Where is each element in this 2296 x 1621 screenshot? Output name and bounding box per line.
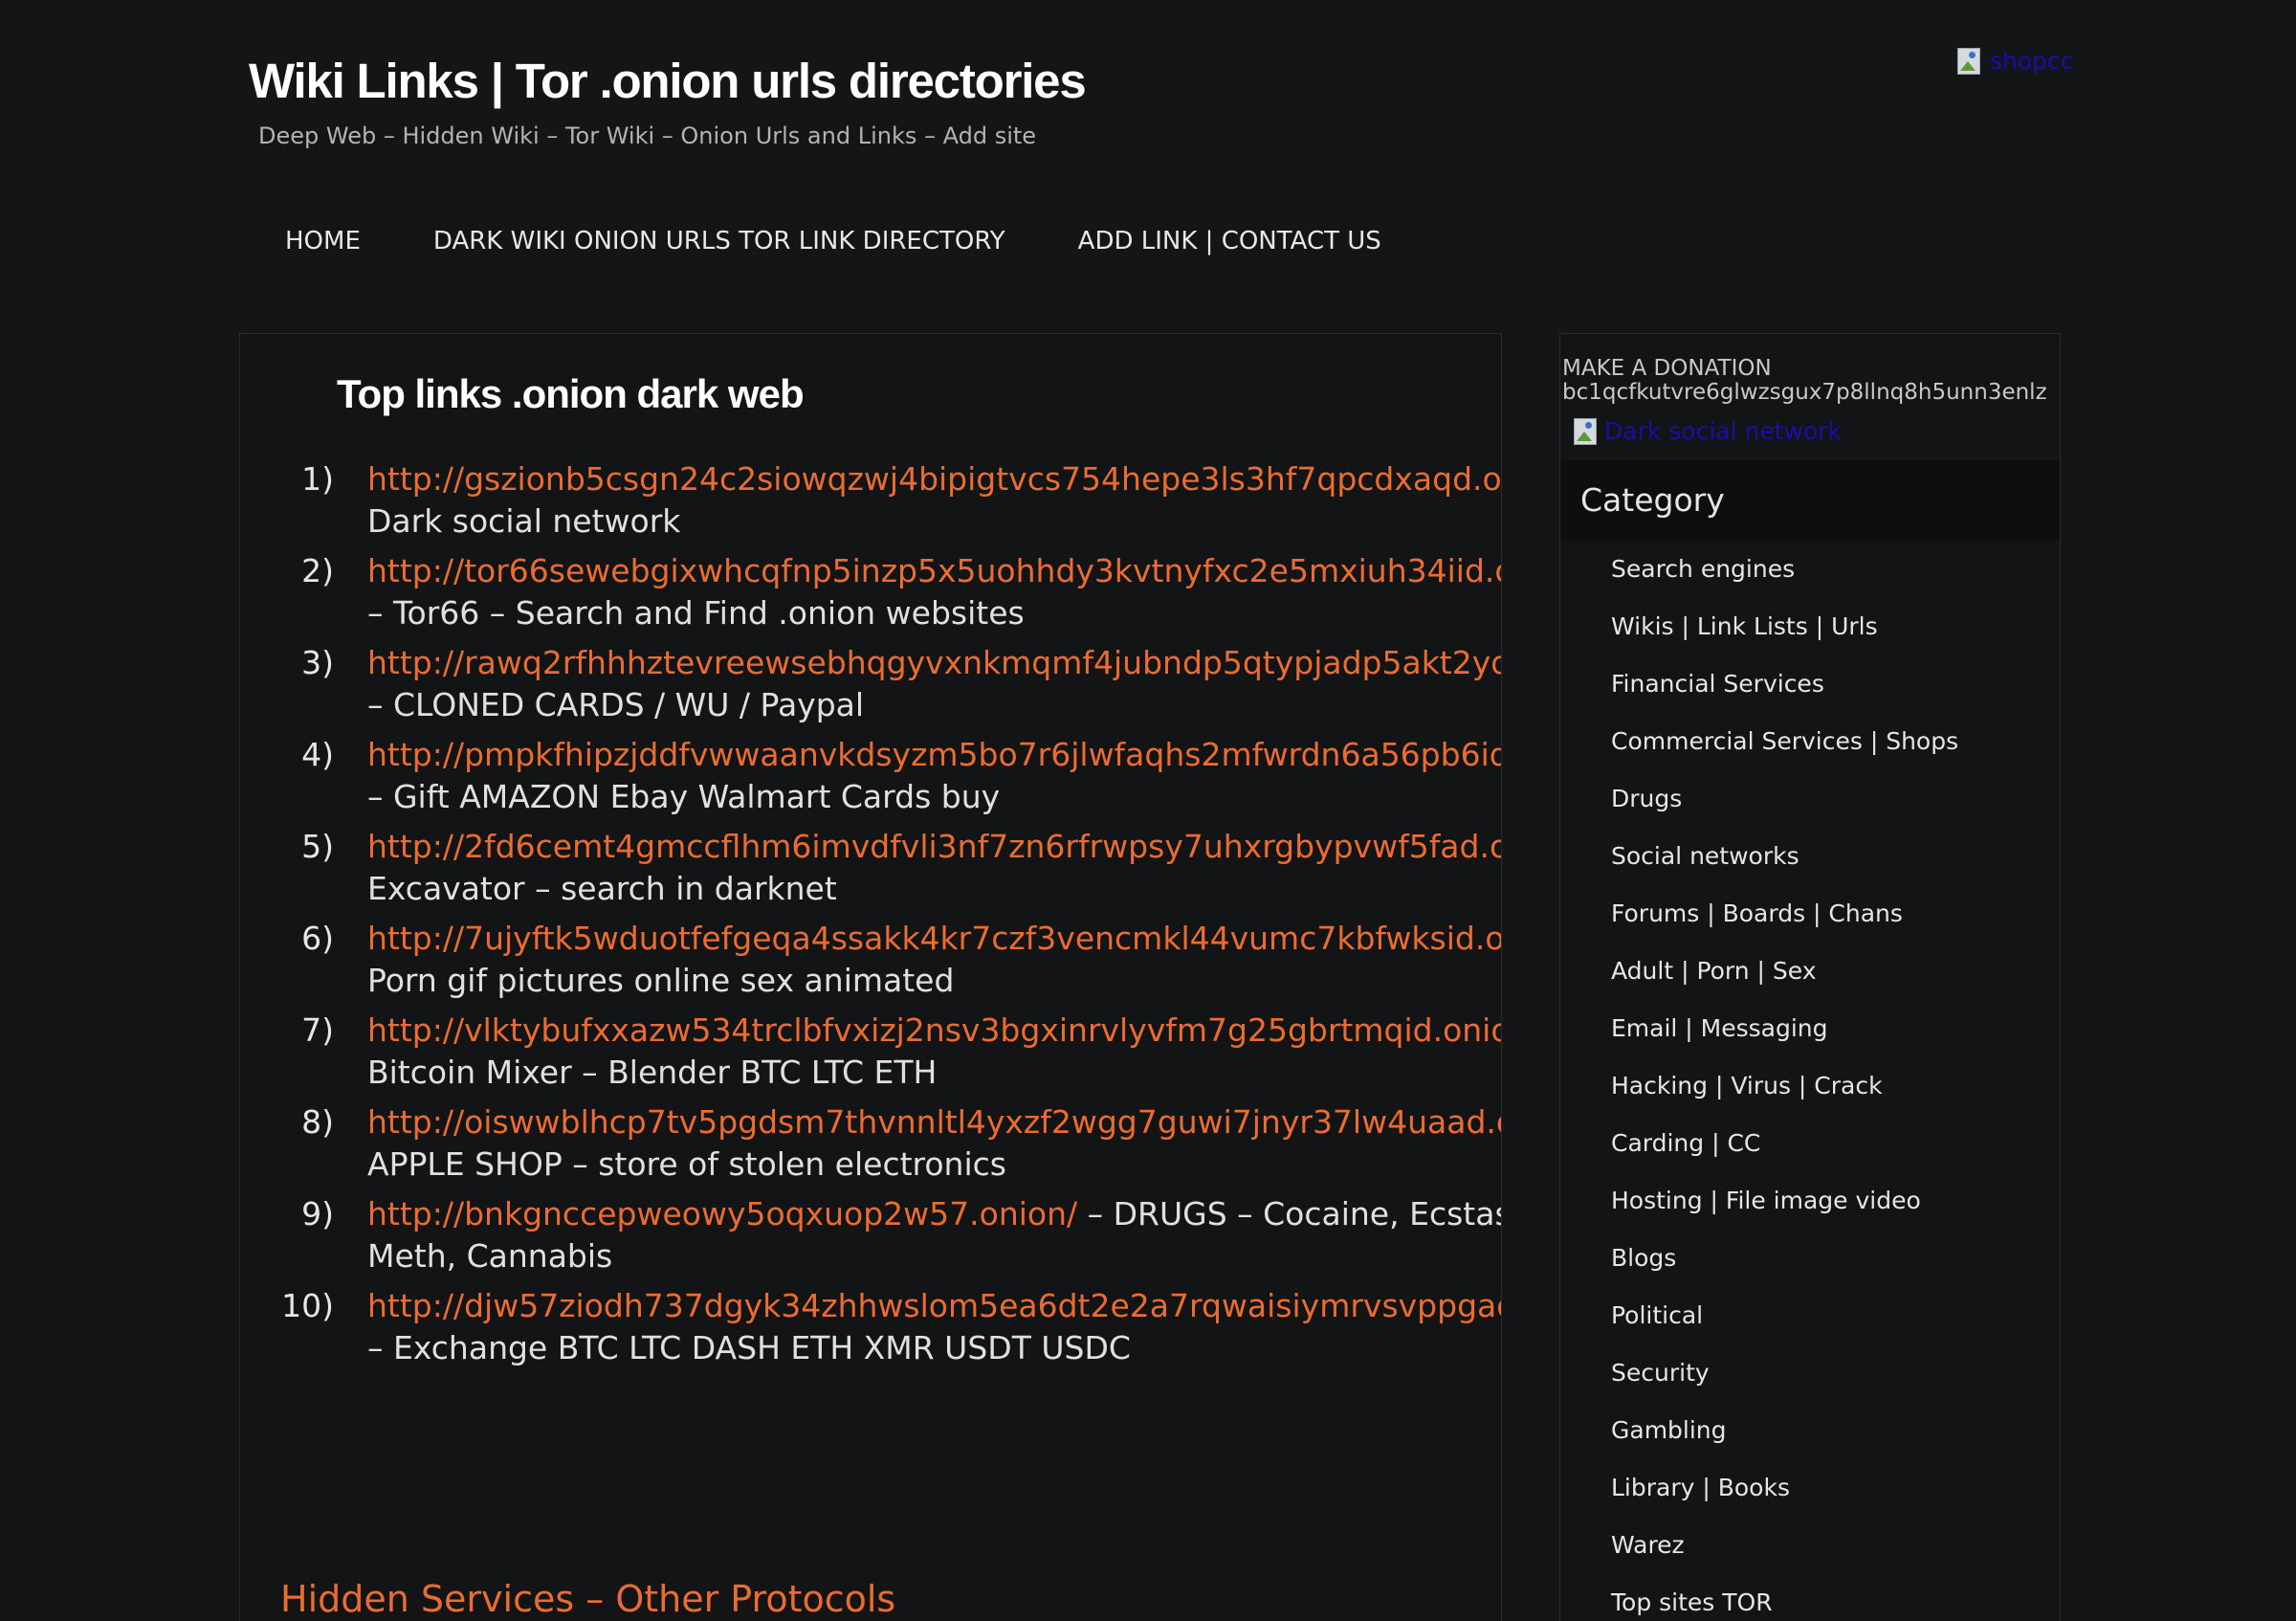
list-item: 8) http://oiswwblhcp7tv5pgdsm7thvnnltl4y… [240,1101,1501,1193]
onion-link[interactable]: http://pmpkfhipzjddfvwwaanvkdsyzm5bo7r6j… [367,734,1501,776]
list-item-number: 4) [301,736,334,773]
link-description: – Tor66 – Search and Find .onion website… [367,594,1025,632]
list-item: 5) http://2fd6cemt4gmccflhm6imvdfvli3nf7… [240,826,1501,918]
section-heading: Hidden Services – Other Protocols [280,1578,896,1620]
onion-link[interactable]: http://djw57ziodh737dgyk34zhhwslom5ea6dt… [367,1285,1501,1327]
site-title[interactable]: Wiki Links | Tor .onion urls directories [249,50,1087,113]
link-description: Bitcoin Mixer – Blender BTC LTC ETH [367,1054,938,1091]
link-description-continued: Meth, Cannabis [367,1237,613,1275]
list-item: 7) http://vlktybufxxazw534trclbfvxizj2ns… [240,1010,1501,1101]
category-link[interactable]: Search engines [1560,541,2060,585]
category-link[interactable]: Commercial Services | Shops [1560,713,2060,757]
top-links-list: 1) http://gszionb5csgn24c2siowqzwj4bipig… [240,458,1501,1377]
main-nav: HOME DARK WIKI ONION URLS TOR LINK DIREC… [285,222,1381,260]
category-link[interactable]: Hacking | Virus | Crack [1560,1057,2060,1101]
list-item-number: 8) [301,1103,334,1141]
link-description: Dark social network [367,502,681,540]
category-link[interactable]: Library | Books [1560,1459,2060,1503]
category-link[interactable]: Political [1560,1287,2060,1331]
category-link[interactable]: Hosting | File image video [1560,1172,2060,1216]
category-link[interactable]: Wikis | Link Lists | Urls [1560,598,2060,642]
onion-link[interactable]: http://oiswwblhcp7tv5pgdsm7thvnnltl4yxzf… [367,1101,1501,1144]
donation-block: MAKE A DONATION bc1qcfkutvre6glwzsgux7p8… [1562,357,2047,405]
main-content: Top links .onion dark web 1) http://gszi… [239,333,1502,1621]
broken-image-icon [1957,46,1988,77]
category-link[interactable]: Blogs [1560,1230,2060,1274]
category-link[interactable]: Social networks [1560,828,2060,872]
sidebar: MAKE A DONATION bc1qcfkutvre6glwzsgux7p8… [1559,333,2061,1621]
onion-link[interactable]: http://7ujyftk5wduotfefgeqa4ssakk4kr7czf… [367,918,1501,960]
category-link[interactable]: Top sites TOR [1560,1574,2060,1618]
list-item-number: 7) [301,1011,334,1049]
category-title: Category [1580,481,1725,519]
list-item: 2) http://tor66sewebgixwhcqfnp5inzp5x5uo… [240,550,1501,642]
category-link[interactable]: Forums | Boards | Chans [1560,885,2060,929]
list-item: 3) http://rawq2rfhhhztevreewsebhqgyvxnkm… [240,642,1501,734]
list-item-number: 10) [281,1287,334,1324]
category-link[interactable]: Adult | Porn | Sex [1560,943,2060,987]
header-banner-alt-text[interactable]: shopcc [1990,46,2074,77]
nav-item-home[interactable]: HOME [285,222,361,260]
category-link[interactable]: Warez [1560,1517,2060,1561]
category-list: Search engines Wikis | Link Lists | Urls… [1560,541,2060,1621]
onion-link[interactable]: http://rawq2rfhhhztevreewsebhqgyvxnkmqmf… [367,642,1501,684]
nav-item-add-link[interactable]: ADD LINK | CONTACT US [1078,222,1381,260]
nav-item-link-directory[interactable]: DARK WIKI ONION URLS TOR LINK DIRECTORY [433,222,1005,260]
header-banner-image[interactable]: shopcc [1957,46,2074,77]
category-link[interactable]: Drugs [1560,770,2060,814]
category-link[interactable]: Security [1560,1344,2060,1388]
onion-link[interactable]: http://bnkgnccepweowy5oqxuop2w57.onion/ [367,1195,1077,1232]
list-item-number: 2) [301,552,334,589]
donation-address: bc1qcfkutvre6glwzsgux7p8llnq8h5unn3enlz [1562,380,2047,405]
link-description: – Gift AMAZON Ebay Walmart Cards buy [367,778,1001,815]
list-item-number: 6) [301,920,334,957]
list-item: 1) http://gszionb5csgn24c2siowqzwj4bipig… [240,458,1501,550]
broken-image-icon [1574,416,1604,447]
link-description: Porn gif pictures online sex animated [367,962,955,999]
onion-link[interactable]: http://vlktybufxxazw534trclbfvxizj2nsv3b… [367,1010,1501,1052]
list-item: 4) http://pmpkfhipzjddfvwwaanvkdsyzm5bo7… [240,734,1501,826]
list-item: 9) http://bnkgnccepweowy5oqxuop2w57.onio… [240,1193,1501,1285]
category-link[interactable]: Email | Messaging [1560,1000,2060,1044]
link-description: – CLONED CARDS / WU / Paypal [367,686,865,723]
category-link[interactable]: Financial Services [1560,655,2060,699]
onion-link[interactable]: http://tor66sewebgixwhcqfnp5inzp5x5uohhd… [367,550,1501,592]
link-description: – Exchange BTC LTC DASH ETH XMR USDT USD… [367,1329,1131,1366]
list-item-number: 1) [301,460,334,498]
list-item: 10) http://djw57ziodh737dgyk34zhhwslom5e… [240,1285,1501,1377]
site-description: Deep Web – Hidden Wiki – Tor Wiki – Onio… [258,122,1037,149]
list-item-number: 9) [301,1195,334,1232]
donation-label: MAKE A DONATION [1562,356,1772,381]
sidebar-banner-image[interactable]: Dark social network [1574,416,1842,447]
list-item-number: 3) [301,644,334,681]
onion-link[interactable]: http://2fd6cemt4gmccflhm6imvdfvli3nf7zn6… [367,826,1501,868]
category-link[interactable]: Carding | CC [1560,1115,2060,1159]
link-description: – DRUGS – Cocaine, Ecstasy, LSD, [1087,1195,1501,1232]
category-link[interactable]: Gambling [1560,1402,2060,1446]
list-item: 6) http://7ujyftk5wduotfefgeqa4ssakk4kr7… [240,918,1501,1010]
page-title: Top links .onion dark web [337,371,805,416]
category-header: Category [1560,460,2060,541]
page: Wiki Links | Tor .onion urls directories… [0,0,2296,1621]
link-description: APPLE SHOP – store of stolen electronics [367,1145,1006,1183]
onion-link[interactable]: http://gszionb5csgn24c2siowqzwj4bipigtvc… [367,458,1501,500]
sidebar-banner-alt-text[interactable]: Dark social network [1604,416,1842,447]
link-description: Excavator – search in darknet [367,870,837,907]
list-item-number: 5) [301,828,334,865]
